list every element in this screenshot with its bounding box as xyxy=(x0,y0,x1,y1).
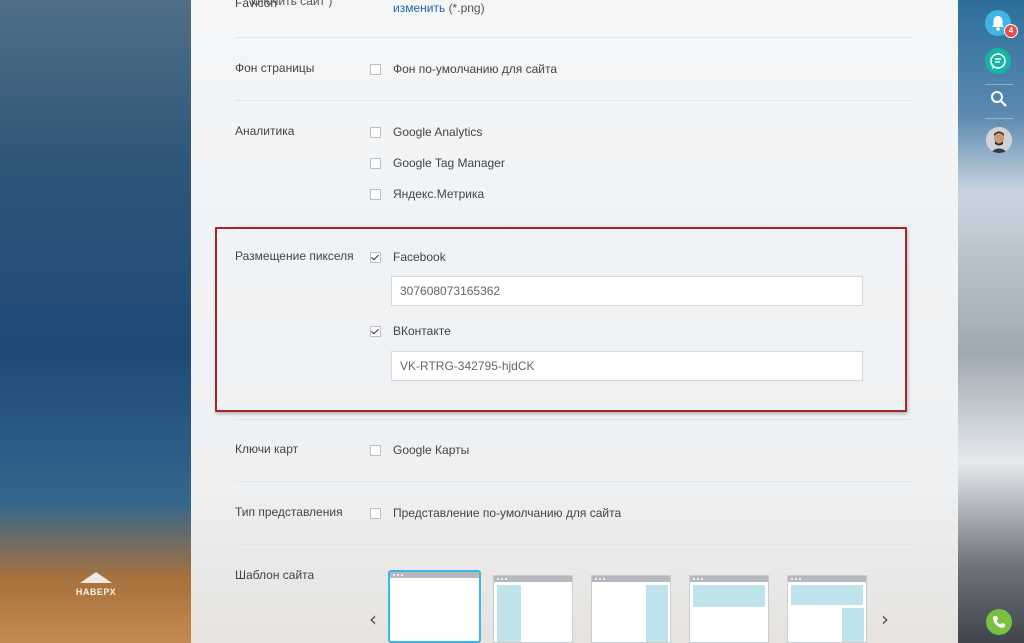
favicon-change-link[interactable]: изменить xyxy=(393,1,445,15)
divider xyxy=(235,225,912,226)
option-facebook-pixel[interactable]: Facebook xyxy=(370,249,446,265)
favicon-overlay-text: ключить сайт ) xyxy=(251,0,333,8)
chat-icon xyxy=(990,53,1006,69)
divider xyxy=(235,481,912,482)
option-google-maps[interactable]: Google Карты xyxy=(370,442,469,458)
divider xyxy=(235,544,912,545)
checkbox[interactable] xyxy=(370,188,381,200)
row-label: Аналитика xyxy=(235,124,295,138)
search-icon xyxy=(991,91,1007,107)
scroll-to-top-label: НАВЕРХ xyxy=(75,587,117,597)
option-default-background[interactable]: Фон по-умолчанию для сайта xyxy=(370,61,557,77)
divider xyxy=(235,37,912,38)
checkbox[interactable] xyxy=(370,126,381,138)
template-top-banner[interactable] xyxy=(689,575,769,643)
option-default-view[interactable]: Представление по-умолчанию для сайта xyxy=(370,505,621,521)
option-label: Google Tag Manager xyxy=(393,156,505,170)
favicon-change: изменить (*.png) xyxy=(393,1,485,15)
checkbox[interactable] xyxy=(370,507,381,519)
notifications-badge: 4 xyxy=(1004,24,1018,38)
search-button[interactable] xyxy=(988,88,1010,110)
vk-pixel-input[interactable] xyxy=(391,351,863,381)
template-next-arrow[interactable]: › xyxy=(881,609,893,629)
checkbox-checked[interactable] xyxy=(370,325,381,337)
row-label: Размещение пикселя xyxy=(235,249,354,263)
phone-icon xyxy=(993,616,1005,628)
option-label: Фон по-умолчанию для сайта xyxy=(393,62,558,76)
row-label: Фон страницы xyxy=(235,61,315,75)
row-label: Тип представления xyxy=(235,505,343,519)
row-label: Шаблон сайта xyxy=(235,568,315,582)
facebook-pixel-input[interactable] xyxy=(391,276,863,306)
chat-button[interactable] xyxy=(985,48,1011,74)
template-blank[interactable] xyxy=(388,570,481,643)
divider xyxy=(985,118,1013,119)
user-avatar-icon xyxy=(986,127,1012,153)
option-google-tag-manager[interactable]: Google Tag Manager xyxy=(370,155,505,171)
avatar[interactable] xyxy=(986,127,1012,153)
template-prev-arrow[interactable]: ‹ xyxy=(369,609,381,629)
option-label: Представление по-умолчанию для сайта xyxy=(393,506,622,520)
template-left-sidebar[interactable] xyxy=(493,575,573,643)
option-label: Яндекс.Метрика xyxy=(393,187,485,201)
option-label: Facebook xyxy=(393,250,446,264)
row-label: Ключи карт xyxy=(235,442,299,456)
arrow-up-icon xyxy=(80,572,112,583)
option-google-analytics[interactable]: Google Analytics xyxy=(370,124,482,140)
checkbox[interactable] xyxy=(370,63,381,75)
option-vk-pixel[interactable]: ВКонтакте xyxy=(370,323,451,339)
option-label: ВКонтакте xyxy=(393,324,451,338)
option-label: Google Карты xyxy=(393,443,470,457)
call-button[interactable] xyxy=(986,609,1012,635)
checkbox-checked[interactable] xyxy=(370,251,381,263)
settings-panel: Favicon ключить сайт ) изменить (*.png) … xyxy=(191,0,958,643)
template-banner-right-sidebar[interactable] xyxy=(787,575,867,643)
scroll-to-top-button[interactable]: НАВЕРХ xyxy=(62,572,130,612)
divider xyxy=(235,419,912,420)
option-label: Google Analytics xyxy=(393,125,483,139)
checkbox[interactable] xyxy=(370,157,381,169)
divider xyxy=(235,100,912,101)
favicon-format: (*.png) xyxy=(448,1,485,15)
divider xyxy=(985,84,1013,85)
template-right-sidebar[interactable] xyxy=(591,575,671,643)
checkbox[interactable] xyxy=(370,444,381,456)
option-yandex-metrika[interactable]: Яндекс.Метрика xyxy=(370,186,484,202)
